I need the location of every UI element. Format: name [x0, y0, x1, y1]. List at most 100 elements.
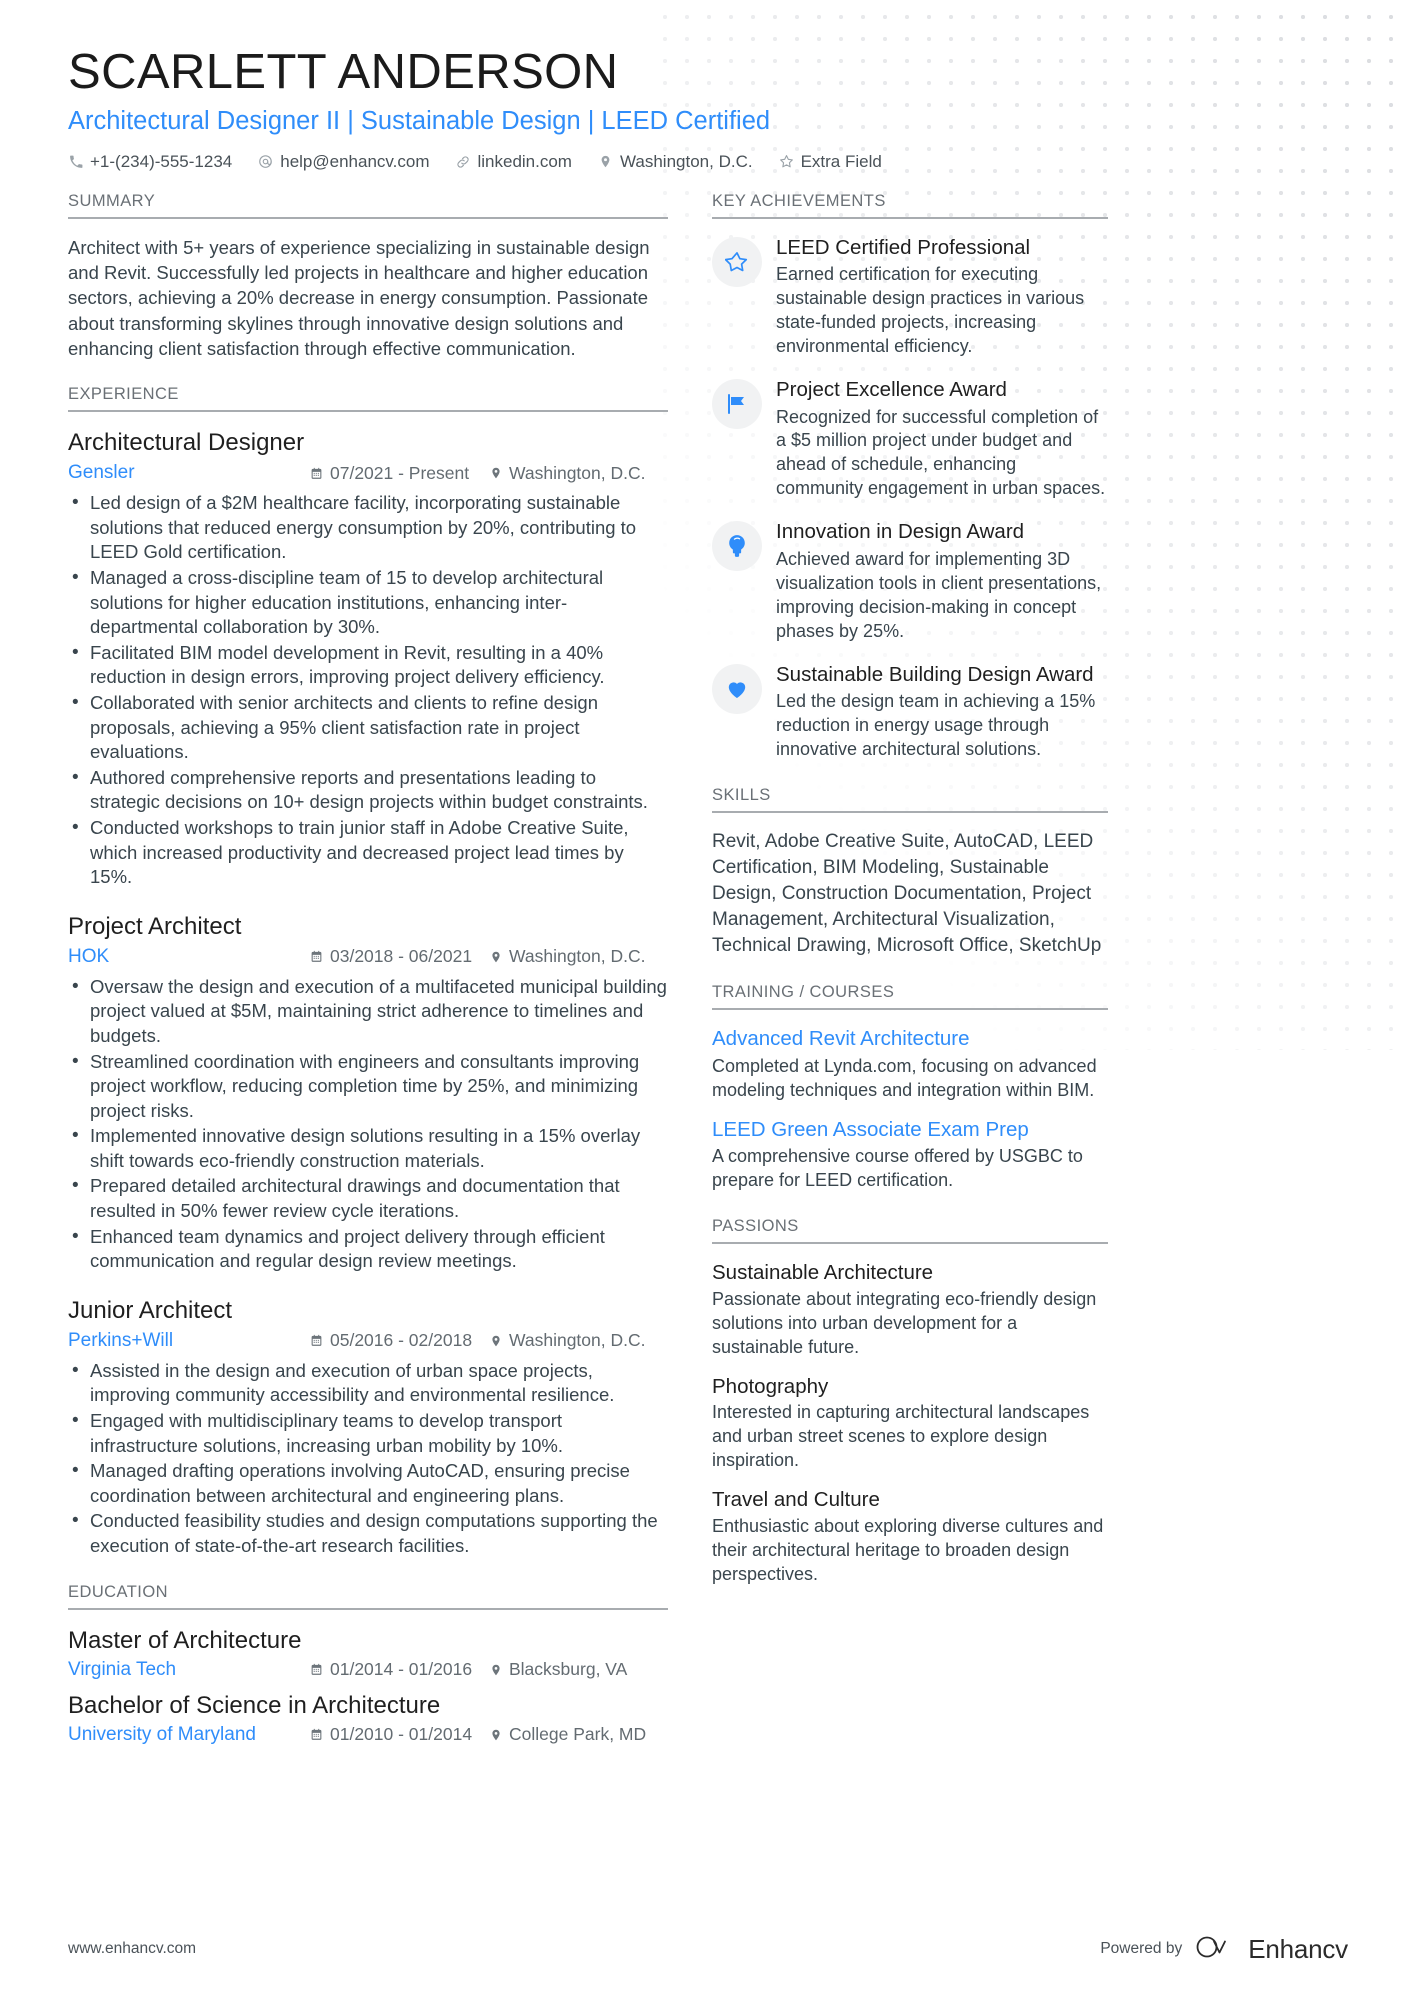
passion-title: Sustainable Architecture	[712, 1261, 934, 1285]
enhancv-logo: Enhancv	[1195, 1934, 1348, 1965]
achievement-desc: Earned certification for executing susta…	[776, 264, 1085, 356]
course-title[interactable]: Advanced Revit Architecture	[712, 1026, 1108, 1052]
contact-extra-field: Extra Field	[779, 152, 882, 172]
job-bullet: Assisted in the design and execution of …	[68, 1358, 668, 1408]
education-dates-text: 01/2010 - 01/2014	[330, 1724, 473, 1745]
contact-row: +1-(234)-555-1234 help@enhancv.com linke…	[68, 152, 1348, 172]
section-experience: EXPERIENCE Architectural Designer Gensle…	[68, 385, 668, 1558]
achievement-desc: Recognized for successful completion of …	[776, 406, 1106, 499]
passions-heading: PASSIONS	[712, 1217, 1108, 1245]
training-heading: TRAINING / COURSES	[712, 983, 1108, 1011]
calendar-icon	[310, 1728, 323, 1741]
columns-wrapper: SUMMARY Architect with 5+ years of exper…	[68, 192, 1348, 1770]
resume-header: SCARLETT ANDERSON Architectural Designer…	[68, 46, 1348, 172]
skills-text: Revit, Adobe Creative Suite, AutoCAD, LE…	[712, 831, 1102, 957]
location-icon	[490, 1728, 502, 1742]
footer-branding: Powered by Enhancv	[1100, 1934, 1348, 1965]
job-meta: Perkins+Will 05/2016 - 02/2018 Washingto…	[68, 1330, 668, 1352]
job-bullet: Streamlined coordination with engineers …	[68, 1049, 668, 1124]
section-skills: SKILLS Revit, Adobe Creative Suite, Auto…	[712, 786, 1108, 959]
job-bullet: Oversaw the design and execution of a mu…	[68, 974, 668, 1049]
course-title[interactable]: LEED Green Associate Exam Prep	[712, 1117, 1108, 1143]
job-company[interactable]: Gensler	[68, 462, 310, 484]
education-heading: EDUCATION	[68, 1583, 668, 1610]
job-location: Washington, D.C.	[490, 946, 646, 967]
page-footer: www.enhancv.com Powered by Enhancv	[0, 1903, 1410, 1995]
passion-item: Photography Interested in capturing arch…	[712, 1374, 1108, 1473]
job-bullet: Facilitated BIM model development in Rev…	[68, 640, 668, 690]
achievement-title: LEED Certified Professional	[776, 235, 1031, 259]
job-location-text: Washington, D.C.	[509, 1330, 646, 1351]
experience-item: Architectural Designer Gensler 07/2021 -…	[68, 428, 668, 890]
right-column: KEY ACHIEVEMENTS LEED Certified Professi…	[712, 192, 1108, 1611]
job-bullet: Collaborated with senior architects and …	[68, 690, 668, 765]
job-company[interactable]: HOK	[68, 946, 310, 968]
achievement-body: Innovation in Design Award Achieved awar…	[776, 519, 1108, 643]
education-school[interactable]: University of Maryland	[68, 1724, 310, 1746]
email-icon	[258, 154, 273, 169]
location-icon	[490, 1663, 502, 1677]
job-location-text: Washington, D.C.	[509, 462, 646, 483]
education-meta: Virginia Tech 01/2014 - 01/2016 Blacksbu…	[68, 1659, 668, 1681]
calendar-icon	[310, 1663, 323, 1676]
job-bullet: Engaged with multidisciplinary teams to …	[68, 1408, 668, 1458]
location-icon	[490, 950, 502, 964]
education-location: College Park, MD	[490, 1724, 646, 1745]
footer-url[interactable]: www.enhancv.com	[68, 1940, 196, 1958]
education-dates: 01/2010 - 01/2014	[310, 1724, 490, 1745]
candidate-headline: Architectural Designer II | Sustainable …	[68, 106, 771, 135]
achievement-desc: Led the design team in achieving a 15% r…	[776, 691, 1096, 760]
education-location: Blacksburg, VA	[490, 1659, 627, 1680]
enhancv-wordmark: Enhancv	[1248, 1933, 1348, 1964]
section-summary: SUMMARY Architect with 5+ years of exper…	[68, 192, 668, 362]
contact-phone-text: +1-(234)-555-1234	[90, 151, 233, 171]
lightbulb-pin-icon	[712, 521, 762, 572]
contact-linkedin[interactable]: linkedin.com	[455, 152, 572, 172]
phone-icon	[68, 154, 83, 169]
contact-phone[interactable]: +1-(234)-555-1234	[68, 152, 232, 172]
job-location: Washington, D.C.	[490, 1330, 646, 1351]
job-bullet: Led design of a $2M healthcare facility,…	[68, 490, 668, 565]
passion-desc: Passionate about integrating eco-friendl…	[712, 1288, 1097, 1357]
summary-heading: SUMMARY	[68, 192, 668, 219]
achievement-item: Innovation in Design Award Achieved awar…	[712, 519, 1108, 643]
enhancv-mark-icon	[1195, 1934, 1239, 1965]
passion-item: Travel and Culture Enthusiastic about ex…	[712, 1487, 1108, 1586]
course-desc: Completed at Lynda.com, focusing on adva…	[712, 1055, 1097, 1100]
location-icon	[598, 154, 613, 169]
skills-heading: SKILLS	[712, 786, 1108, 814]
job-title: Junior Architect	[68, 1296, 233, 1324]
passion-title: Travel and Culture	[712, 1488, 880, 1512]
contact-email[interactable]: help@enhancv.com	[258, 152, 429, 172]
achievement-item: Sustainable Building Design Award Led th…	[712, 662, 1108, 762]
education-degree: Bachelor of Science in Architecture	[68, 1691, 441, 1719]
education-meta: University of Maryland 01/2010 - 01/2014	[68, 1724, 668, 1746]
flag-icon	[712, 378, 762, 429]
experience-item: Project Architect HOK 03/2018 - 06/2021	[68, 912, 668, 1274]
achievement-title: Sustainable Building Design Award	[776, 662, 1094, 686]
contact-extra-field-text: Extra Field	[800, 151, 882, 171]
achievement-title: Innovation in Design Award	[776, 520, 1025, 544]
education-dates-text: 01/2014 - 01/2016	[330, 1659, 473, 1680]
job-bullet: Managed drafting operations involving Au…	[68, 1458, 668, 1508]
job-dates-text: 05/2016 - 02/2018	[330, 1330, 473, 1351]
passion-title: Photography	[712, 1374, 829, 1398]
contact-location: Washington, D.C.	[598, 152, 753, 172]
education-dates: 01/2014 - 01/2016	[310, 1659, 490, 1680]
education-school[interactable]: Virginia Tech	[68, 1659, 310, 1681]
key-achievements-heading: KEY ACHIEVEMENTS	[712, 192, 1108, 219]
job-meta: HOK 03/2018 - 06/2021 Washington, D.C.	[68, 946, 668, 968]
job-bullets: Oversaw the design and execution of a mu…	[68, 974, 668, 1274]
course-item: LEED Green Associate Exam Prep A compreh…	[712, 1117, 1108, 1194]
course-desc: A comprehensive course offered by USGBC …	[712, 1146, 1083, 1191]
calendar-icon	[310, 950, 323, 963]
education-item: Bachelor of Science in Architecture Univ…	[68, 1691, 668, 1746]
job-company[interactable]: Perkins+Will	[68, 1330, 310, 1352]
job-bullets: Assisted in the design and execution of …	[68, 1358, 668, 1559]
job-dates-text: 03/2018 - 06/2021	[330, 946, 473, 967]
education-location-text: Blacksburg, VA	[509, 1659, 628, 1680]
left-column: SUMMARY Architect with 5+ years of exper…	[68, 192, 668, 1770]
location-icon	[490, 1334, 502, 1348]
job-location-text: Washington, D.C.	[509, 946, 646, 967]
achievement-item: LEED Certified Professional Earned certi…	[712, 235, 1108, 359]
